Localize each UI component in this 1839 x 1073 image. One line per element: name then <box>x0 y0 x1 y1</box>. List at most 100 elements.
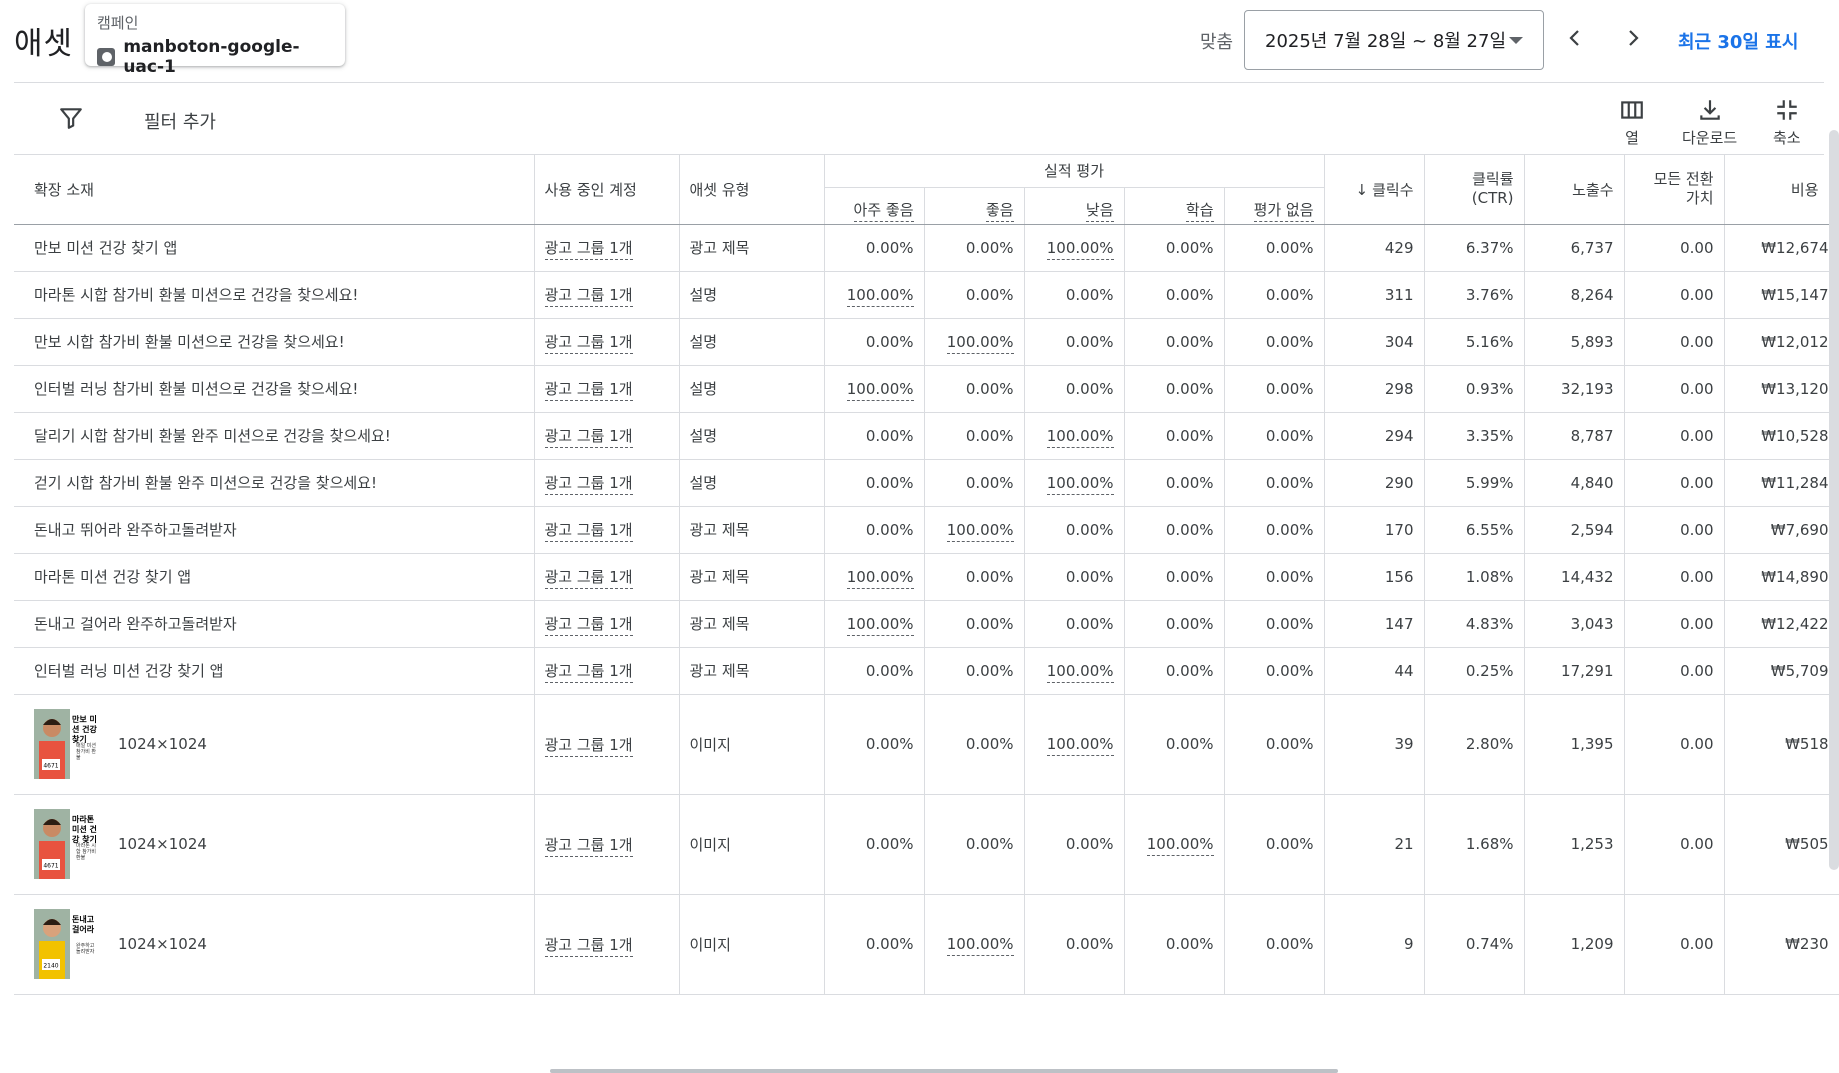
asset-text: 인터벌 러닝 미션 건강 찾기 앱 <box>34 662 224 680</box>
account-link[interactable]: 광고 그룹 1개 <box>544 474 633 495</box>
next-period-button[interactable] <box>1619 24 1647 52</box>
image-asset-thumbnail[interactable]: 4671 마라톤 미션 건강 찾기 마라톤 시합 참가비 환불 <box>34 809 100 879</box>
col-perf-best[interactable]: 아주 좋음 <box>824 187 925 225</box>
cell-type: 이미지 <box>679 694 825 795</box>
col-impressions[interactable]: 노출수 <box>1524 155 1625 225</box>
account-link[interactable]: 광고 그룹 1개 <box>544 521 633 542</box>
impr-value: 5,893 <box>1570 332 1614 351</box>
columns-icon <box>1621 101 1643 119</box>
perf-none-value: 0.00% <box>1265 426 1314 445</box>
cell-perf-low: 100.00% <box>1024 694 1125 795</box>
cell-perf-learning: 0.00% <box>1124 694 1225 795</box>
account-link[interactable]: 광고 그룹 1개 <box>544 239 633 260</box>
collapse-icon <box>1777 100 1797 120</box>
clicks-value: 39 <box>1394 735 1414 753</box>
table-row-image[interactable]: 2140 돈내고 걸어라 완주하고 돌려받자 1024×1024 광고 그룹 1… <box>14 894 1839 995</box>
cell-type: 설명 <box>679 412 825 460</box>
cell-perf-good: 0.00% <box>924 600 1025 648</box>
cell-clicks: 304 <box>1324 318 1425 366</box>
table-row-image[interactable]: 4671 마라톤 미션 건강 찾기 마라톤 시합 참가비 환불 1024×102… <box>14 794 1839 895</box>
col-ctr[interactable]: 클릭률 (CTR) <box>1424 155 1525 225</box>
table-row[interactable]: 돈내고 걸어라 완주하고돌려받자 광고 그룹 1개 광고 제목 100.00% 0.00… <box>14 600 1839 648</box>
download-button[interactable]: 다운로드 <box>1682 97 1737 148</box>
cell-conv: 0.00 <box>1624 694 1725 795</box>
account-link[interactable]: 광고 그룹 1개 <box>544 427 633 448</box>
cell-impr: 8,264 <box>1524 271 1625 319</box>
filter-icon[interactable] <box>58 105 84 131</box>
conv-value: 0.00 <box>1680 614 1714 633</box>
perf-good-value: 0.00% <box>965 238 1014 257</box>
account-link[interactable]: 광고 그룹 1개 <box>544 568 633 589</box>
col-perf-good[interactable]: 좋음 <box>924 187 1025 225</box>
asset-type: 광고 제목 <box>689 521 750 539</box>
add-filter-button[interactable]: 필터 추가 <box>144 108 216 134</box>
col-perf-learning[interactable]: 학습 <box>1124 187 1225 225</box>
col-perf-low[interactable]: 낮음 <box>1024 187 1125 225</box>
chevron-right-icon <box>1629 30 1639 46</box>
table-row[interactable]: 만보 시합 참가비 환불 미션으로 건강을 찾으세요! 광고 그룹 1개 설명 0.0… <box>14 318 1839 366</box>
account-link[interactable]: 광고 그룹 1개 <box>544 286 633 307</box>
runner-thumbnail-image: 4671 <box>34 809 70 879</box>
col-perf-none[interactable]: 평가 없음 <box>1224 187 1325 225</box>
perf-none-value: 0.00% <box>1265 332 1314 351</box>
prev-period-button[interactable] <box>1561 24 1589 52</box>
account-link[interactable]: 광고 그룹 1개 <box>544 662 633 683</box>
date-range-dropdown[interactable]: 2025년 7월 28일 ~ 8월 27일 <box>1244 10 1544 70</box>
table-row[interactable]: 인터벌 러닝 참가비 환불 미션으로 건강을 찾으세요! 광고 그룹 1개 설명 10… <box>14 365 1839 413</box>
col-account[interactable]: 사용 중인 계정 <box>534 155 680 225</box>
col-perf-low-label: 낮음 <box>1085 200 1114 222</box>
cell-perf-learning: 0.00% <box>1124 600 1225 648</box>
col-conv-value[interactable]: 모든 전환 가치 <box>1624 155 1725 225</box>
cell-perf-good: 0.00% <box>924 647 1025 695</box>
account-link[interactable]: 광고 그룹 1개 <box>544 380 633 401</box>
runner-thumbnail-image: 2140 <box>34 909 70 979</box>
image-size: 1024×1024 <box>118 735 207 753</box>
perf-best-value: 0.00% <box>865 238 914 257</box>
table-row[interactable]: 인터벌 러닝 미션 건강 찾기 앱 광고 그룹 1개 광고 제목 0.00% 0.00%… <box>14 647 1839 695</box>
ctr-value: 0.93% <box>1465 379 1514 398</box>
col-cost[interactable]: 비용 <box>1724 155 1839 225</box>
cost-value: ₩5,709 <box>1770 661 1829 680</box>
table-row-image[interactable]: 4671 만보 미션 건강 찾기 매일 미션 참가비 환불 1024×1024 … <box>14 694 1839 795</box>
account-link[interactable]: 광고 그룹 1개 <box>544 835 633 857</box>
cell-asset: 걷기 시합 참가비 환불 완주 미션으로 건강을 찾으세요! <box>14 459 535 507</box>
cell-perf-good: 0.00% <box>924 553 1025 601</box>
perf-learning-value: 0.00% <box>1165 238 1214 257</box>
table-row[interactable]: 걷기 시합 참가비 환불 완주 미션으로 건강을 찾으세요! 광고 그룹 1개 설명… <box>14 459 1839 507</box>
table-row[interactable]: 달리기 시합 참가비 환불 완주 미션으로 건강을 찾으세요! 광고 그룹 1개 설… <box>14 412 1839 460</box>
cell-conv: 0.00 <box>1624 318 1725 366</box>
image-asset-thumbnail[interactable]: 2140 돈내고 걸어라 완주하고 돌려받자 <box>34 909 100 979</box>
cell-type: 광고 제목 <box>679 224 825 272</box>
col-clicks[interactable]: ↓ 클릭수 <box>1324 155 1425 225</box>
table-row[interactable]: 마라톤 시합 참가비 환불 미션으로 건강을 찾으세요! 광고 그룹 1개 설명 10… <box>14 271 1839 319</box>
show-last-30-days-link[interactable]: 최근 30일 표시 <box>1678 28 1798 54</box>
collapse-button[interactable]: 축소 <box>1773 97 1801 148</box>
col-asset-type[interactable]: 애셋 유형 <box>679 155 825 225</box>
cell-perf-low: 100.00% <box>1024 647 1125 695</box>
campaign-selector[interactable]: 캠페인 manboton-google-uac-1 <box>85 4 345 77</box>
cell-type: 설명 <box>679 365 825 413</box>
perf-good-value: 100.00% <box>946 935 1014 956</box>
account-link[interactable]: 광고 그룹 1개 <box>544 615 633 636</box>
perf-best-value: 100.00% <box>846 614 914 636</box>
image-asset-thumbnail[interactable]: 4671 만보 미션 건강 찾기 매일 미션 참가비 환불 <box>34 709 100 779</box>
perf-low-value: 0.00% <box>1065 835 1114 853</box>
table-row[interactable]: 마라톤 미션 건강 찾기 앱 광고 그룹 1개 광고 제목 100.00% 0.00% 0… <box>14 553 1839 601</box>
table-row[interactable]: 만보 미션 건강 찾기 앱 광고 그룹 1개 광고 제목 0.00% 0.00% 100.… <box>14 224 1839 272</box>
perf-none-value: 0.00% <box>1265 238 1314 257</box>
col-asset[interactable]: 확장 소재 <box>14 155 535 225</box>
account-link[interactable]: 광고 그룹 1개 <box>544 333 633 354</box>
vertical-scrollbar[interactable] <box>1829 130 1839 870</box>
cost-value: ₩12,422 <box>1761 614 1829 633</box>
account-link[interactable]: 광고 그룹 1개 <box>544 935 633 957</box>
perf-good-value: 0.00% <box>965 285 1014 304</box>
cell-impr: 8,787 <box>1524 412 1625 460</box>
cell-perf-learning: 0.00% <box>1124 894 1225 995</box>
account-link[interactable]: 광고 그룹 1개 <box>544 735 633 757</box>
columns-button[interactable]: 열 <box>1619 97 1645 148</box>
horizontal-scrollbar[interactable] <box>550 1069 1338 1073</box>
table-row[interactable]: 돈내고 뛰어라 완주하고돌려받자 광고 그룹 1개 광고 제목 0.00% 100.00… <box>14 506 1839 554</box>
cost-value: ₩518 <box>1785 735 1829 753</box>
ctr-value: 3.35% <box>1465 426 1514 445</box>
asset-text: 걷기 시합 참가비 환불 완주 미션으로 건강을 찾으세요! <box>34 474 377 492</box>
